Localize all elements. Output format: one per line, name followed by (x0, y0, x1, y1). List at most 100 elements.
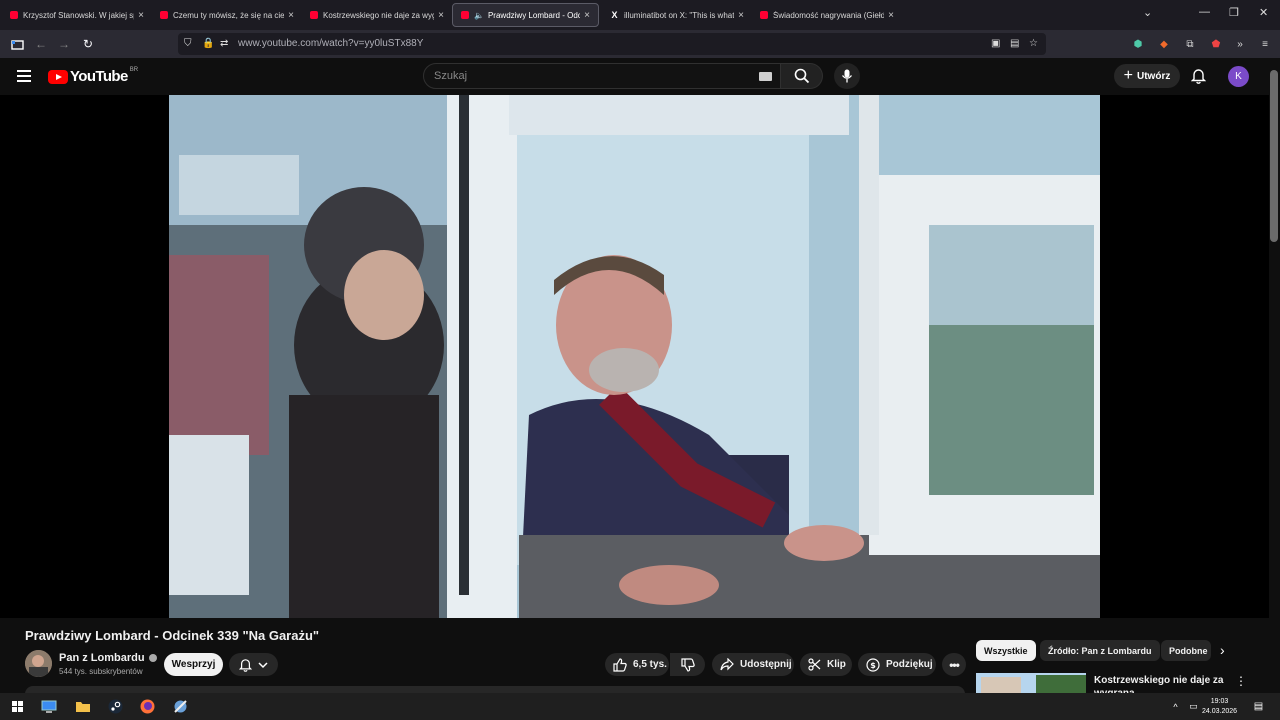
steam-icon[interactable] (107, 698, 124, 715)
file-explorer-icon[interactable] (74, 698, 91, 715)
notifications-bell-icon[interactable] (1190, 68, 1207, 89)
keyboard-icon[interactable] (759, 72, 772, 81)
youtube-logo[interactable]: YouTube BR (48, 66, 139, 85)
like-button[interactable]: 6,5 tys. (605, 653, 669, 676)
video-frame[interactable] (169, 95, 1100, 618)
os-taskbar: ^ ▭ ▤ (0, 693, 1280, 720)
lock-icon[interactable]: 🔒 (202, 38, 214, 49)
close-tab-icon[interactable]: × (888, 10, 894, 21)
page-scrollbar-thumb[interactable] (1270, 70, 1278, 242)
plus-icon: + (1123, 67, 1133, 84)
close-tab-icon[interactable]: × (138, 10, 144, 21)
close-tab-icon[interactable]: × (288, 10, 294, 21)
tab-label: Prawdziwy Lombard - Odci (487, 10, 581, 20)
channel-name-text[interactable]: Pan z Lombardu (59, 652, 145, 664)
more-vertical-icon[interactable]: ⋮ (1235, 674, 1247, 688)
system-clock[interactable]: 19:03 24.03.2026 (1202, 697, 1237, 717)
windows-start-icon[interactable] (9, 698, 26, 715)
permissions-icon[interactable]: ⇄ (220, 38, 228, 49)
tab-label: Krzysztof Stanowski. W jakiej sp (23, 10, 135, 20)
logo-text: YouTube (70, 68, 128, 85)
chip-source[interactable]: Źródło: Pan z Lombardu (1040, 640, 1160, 661)
search-button[interactable] (781, 63, 823, 89)
chevron-down-icon (258, 661, 268, 668)
microphone-icon (841, 69, 853, 83)
thumbs-down-icon (680, 657, 695, 672)
video-scene-image (169, 95, 1100, 618)
notification-center-icon[interactable]: ▤ (1250, 698, 1267, 715)
firefox-icon[interactable] (139, 698, 156, 715)
browser-tab[interactable]: Czemu ty mówisz, że się na cie × (152, 3, 302, 27)
close-tab-icon[interactable]: × (738, 10, 744, 21)
recommended-thumbnail[interactable] (976, 673, 1086, 693)
close-tab-icon[interactable]: × (438, 10, 444, 21)
browser-tab-active[interactable]: 🔈 Prawdziwy Lombard - Odci × (452, 3, 599, 27)
voice-search-button[interactable] (834, 63, 860, 89)
extension-shield-icon[interactable]: ⬢ (1131, 37, 1145, 51)
close-tab-icon[interactable]: × (584, 10, 590, 21)
extension-fox-icon[interactable]: ◆ (1157, 37, 1171, 51)
dislike-button[interactable] (670, 653, 705, 676)
browser-tab[interactable]: Krzysztof Stanowski. W jakiej sp × (2, 3, 152, 27)
reload-icon[interactable]: ↻ (80, 36, 96, 52)
bookmark-star-icon[interactable]: ☆ (1029, 38, 1038, 49)
channel-avatar[interactable] (25, 650, 52, 677)
tab-label: Świadomość nagrywania (Giełd (773, 10, 885, 20)
shield-icon[interactable]: ⛉ (184, 38, 192, 49)
chip-similar[interactable]: Podobne (1161, 640, 1211, 661)
create-button[interactable]: + Utwórz (1114, 64, 1180, 88)
close-window-icon[interactable]: ✕ (1259, 6, 1268, 19)
channel-name[interactable]: Pan z Lombardu (59, 652, 157, 664)
chip-all[interactable]: Wszystkie (976, 640, 1036, 661)
tab-list-chevron-icon[interactable]: ⌄ (1143, 6, 1152, 19)
sidebar-toggle-icon[interactable] (9, 36, 25, 52)
youtube-favicon-icon (760, 11, 768, 19)
subscription-notifications-button[interactable] (229, 653, 278, 676)
url-text[interactable]: www.youtube.com/watch?v=yy0luSTx88Y (238, 38, 423, 49)
share-button[interactable]: Udostępnij (712, 653, 794, 676)
account-avatar[interactable]: K (1228, 66, 1249, 87)
like-count: 6,5 tys. (633, 659, 667, 670)
bell-icon (239, 658, 252, 672)
more-actions-button[interactable]: ••• (942, 653, 966, 676)
minimize-icon[interactable]: — (1199, 6, 1210, 18)
more-horizontal-icon: ••• (949, 657, 960, 672)
reader-view-icon[interactable]: ▤ (1010, 38, 1019, 49)
restore-icon[interactable]: ❐ (1229, 6, 1239, 19)
network-icon[interactable]: ▭ (1185, 698, 1202, 715)
extensions-puzzle-icon[interactable]: ⧉ (1183, 37, 1197, 51)
thumbs-up-icon (613, 657, 627, 672)
tool-app-icon[interactable] (172, 698, 189, 715)
youtube-favicon-icon (10, 11, 18, 19)
monitor-app-icon[interactable] (40, 698, 57, 715)
forward-icon[interactable]: → (56, 36, 72, 52)
clip-label: Klip (827, 659, 846, 670)
speaker-icon[interactable]: 🔈 (474, 11, 484, 20)
clip-button[interactable]: Klip (800, 653, 852, 676)
share-icon (720, 658, 734, 671)
picture-in-picture-icon[interactable]: ▣ (991, 38, 1000, 49)
support-button[interactable]: Wesprzyj (164, 653, 223, 676)
video-player[interactable] (0, 95, 1269, 618)
menu-icon[interactable] (17, 70, 31, 82)
browser-tab[interactable]: X illuminatibot on X: "This is what × (602, 3, 752, 27)
browser-tab-strip: Krzysztof Stanowski. W jakiej sp × Czemu… (0, 0, 1280, 30)
search-box (423, 63, 781, 89)
region-code: BR (129, 66, 139, 73)
overflow-chevron-icon[interactable]: » (1233, 37, 1247, 51)
back-icon[interactable]: ← (33, 36, 49, 52)
ublock-icon[interactable]: ⬟ (1209, 37, 1223, 51)
clock-date: 24.03.2026 (1202, 708, 1238, 715)
app-menu-icon[interactable]: ≡ (1258, 37, 1272, 51)
thanks-button[interactable]: $ Podziękuj (858, 653, 936, 676)
verified-badge-icon (148, 654, 157, 662)
chevron-right-icon[interactable]: › (1220, 642, 1225, 658)
youtube-header: YouTube BR + Utwórz K (0, 58, 1280, 95)
search-input[interactable] (434, 70, 734, 82)
url-bar[interactable]: ⛉ 🔒 ⇄ www.youtube.com/watch?v=yy0luSTx88… (178, 33, 1046, 55)
tray-chevron-up-icon[interactable]: ^ (1167, 698, 1184, 715)
subscriber-count: 544 tys. subskrybentów (59, 667, 143, 676)
browser-tab[interactable]: Kostrzewskiego nie daje za wyg × (302, 3, 452, 27)
browser-tab[interactable]: Świadomość nagrywania (Giełd × (752, 3, 902, 27)
youtube-play-icon (48, 69, 68, 84)
